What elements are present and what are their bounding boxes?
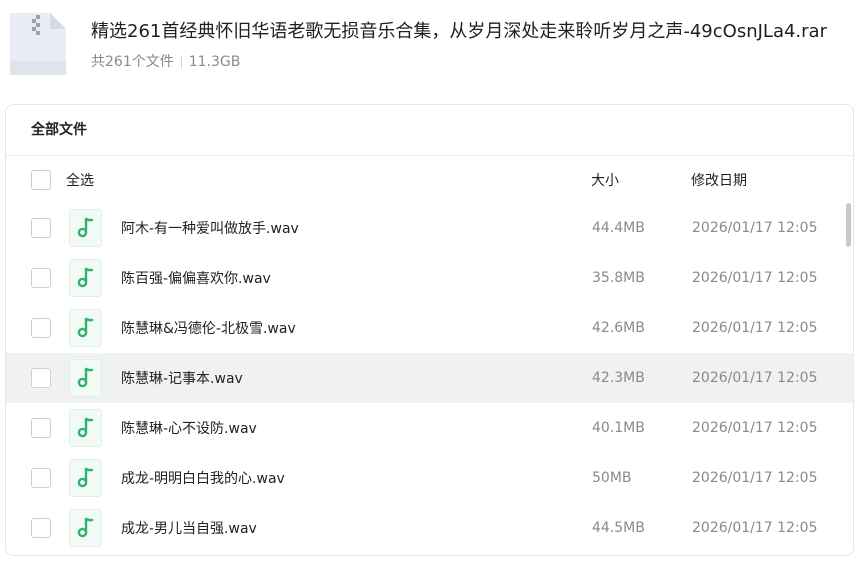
file-name[interactable]: 陈百强-偏偏喜欢你.wav [121, 268, 271, 288]
file-date: 2026/01/17 12:05 [692, 270, 818, 286]
archive-meta: 共261个文件 11.3GB [91, 52, 240, 72]
archive-header: 精选261首经典怀旧华语老歌无损音乐合集，从岁月深处走来聆听岁月之声-49cOs… [0, 0, 862, 95]
row-checkbox[interactable] [31, 318, 51, 338]
file-name[interactable]: 陈慧琳-记事本.wav [121, 368, 243, 388]
panel-title: 全部文件 [6, 105, 853, 156]
file-date: 2026/01/17 12:05 [692, 320, 818, 336]
file-date: 2026/01/17 12:05 [692, 520, 818, 536]
table-row[interactable]: 成龙-男儿当自强.wav 44.5MB 2026/01/17 12:05 [6, 503, 853, 553]
table-row[interactable]: 陈百强-偏偏喜欢你.wav 35.8MB 2026/01/17 12:05 [6, 253, 853, 303]
table-row[interactable]: 陈慧琳&冯德伦-北极雪.wav 42.6MB 2026/01/17 12:05 [6, 303, 853, 353]
file-size: 44.5MB [592, 520, 645, 536]
file-date: 2026/01/17 12:05 [692, 420, 818, 436]
music-file-icon [69, 259, 102, 297]
file-size: 42.6MB [592, 320, 645, 336]
file-size: 44.4MB [592, 220, 645, 236]
meta-divider [180, 55, 182, 69]
column-header-size[interactable]: 大小 [591, 170, 619, 190]
total-size: 11.3GB [188, 54, 241, 70]
table-row[interactable]: 阿木-有一种爱叫做放手.wav 44.4MB 2026/01/17 12:05 [6, 203, 853, 253]
file-name[interactable]: 阿木-有一种爱叫做放手.wav [121, 218, 299, 238]
file-date: 2026/01/17 12:05 [692, 370, 818, 386]
column-header-date[interactable]: 修改日期 [691, 170, 747, 190]
music-file-icon [69, 209, 102, 247]
music-file-icon [69, 359, 102, 397]
table-header: 全选 大小 修改日期 [6, 156, 853, 203]
table-row[interactable]: 成龙-明明白白我的心.wav 50MB 2026/01/17 12:05 [6, 453, 853, 503]
file-name[interactable]: 成龙-明明白白我的心.wav [121, 468, 285, 488]
music-file-icon [69, 509, 102, 547]
row-checkbox[interactable] [31, 468, 51, 488]
file-size: 42.3MB [592, 370, 645, 386]
file-size: 35.8MB [592, 270, 645, 286]
file-rows: 阿木-有一种爱叫做放手.wav 44.4MB 2026/01/17 12:05 … [6, 203, 853, 553]
file-name[interactable]: 陈慧琳-心不设防.wav [121, 418, 257, 438]
row-checkbox[interactable] [31, 518, 51, 538]
music-file-icon [69, 409, 102, 447]
table-row[interactable]: 陈慧琳-心不设防.wav 40.1MB 2026/01/17 12:05 [6, 403, 853, 453]
music-file-icon [69, 309, 102, 347]
file-list-panel: 全部文件 全选 大小 修改日期 阿木-有一种爱叫做放手.wav 44.4MB 2… [5, 104, 854, 556]
file-name[interactable]: 陈慧琳&冯德伦-北极雪.wav [121, 318, 296, 338]
row-checkbox[interactable] [31, 218, 51, 238]
list-scrollbar[interactable] [846, 203, 851, 247]
file-size: 50MB [592, 470, 632, 486]
row-checkbox[interactable] [31, 268, 51, 288]
row-checkbox[interactable] [31, 418, 51, 438]
select-all-checkbox[interactable] [31, 169, 51, 190]
file-count: 共261个文件 [91, 54, 174, 70]
music-file-icon [69, 459, 102, 497]
select-all-label[interactable]: 全选 [66, 170, 94, 190]
archive-title: 精选261首经典怀旧华语老歌无损音乐合集，从岁月深处走来聆听岁月之声-49cOs… [91, 21, 827, 42]
archive-zip-icon [10, 13, 66, 75]
file-name[interactable]: 成龙-男儿当自强.wav [121, 518, 257, 538]
row-checkbox[interactable] [31, 368, 51, 388]
file-date: 2026/01/17 12:05 [692, 220, 818, 236]
table-row[interactable]: 陈慧琳-记事本.wav 42.3MB 2026/01/17 12:05 [6, 353, 853, 403]
file-date: 2026/01/17 12:05 [692, 470, 818, 486]
file-size: 40.1MB [592, 420, 645, 436]
